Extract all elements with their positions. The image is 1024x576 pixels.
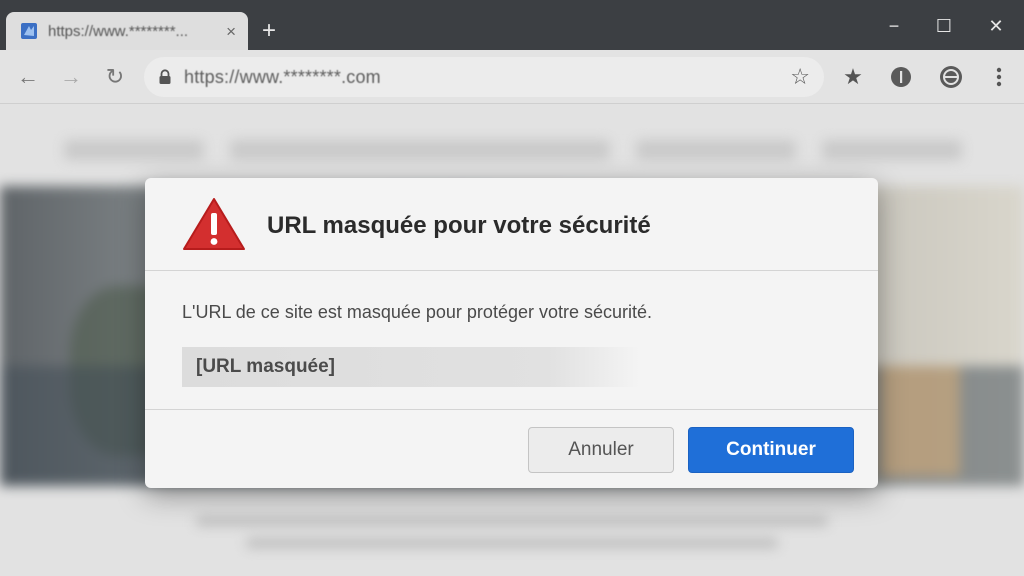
continue-button[interactable]: Continuer	[688, 427, 854, 473]
profile-icon[interactable]	[938, 64, 964, 90]
blurred-nav-item	[230, 140, 610, 160]
dialog-header: URL masquée pour votre sécurité	[145, 178, 878, 271]
tab-strip: https://www.********... × + − ☐ ✕	[0, 0, 1024, 50]
blurred-nav-item	[636, 140, 796, 160]
masked-url-field: [URL masquée]	[182, 347, 640, 387]
star-outline-icon[interactable]: ☆	[790, 64, 810, 90]
shield-icon[interactable]	[888, 64, 914, 90]
site-favicon-icon	[21, 23, 37, 39]
dialog-message: L'URL de ce site est masquée pour protég…	[182, 302, 653, 322]
menu-icon[interactable]	[986, 64, 1012, 90]
browser-tab[interactable]: https://www.********... ×	[6, 12, 248, 50]
address-bar[interactable]: https://www.********.com ☆	[144, 57, 824, 97]
browser-toolbar: ← → ↻ https://www.********.com ☆ ★	[0, 50, 1024, 104]
lock-icon[interactable]	[158, 69, 172, 85]
reload-icon[interactable]: ↻	[101, 63, 129, 91]
dialog-body: L'URL de ce site est masquée pour protég…	[145, 272, 878, 410]
blurred-nav-item	[64, 140, 204, 160]
cancel-button[interactable]: Annuler	[528, 427, 674, 473]
blurred-chair	[880, 366, 960, 476]
blurred-text-line	[246, 538, 778, 548]
window-close-icon[interactable]: ✕	[982, 12, 1010, 40]
bookmark-star-icon[interactable]: ★	[840, 64, 866, 90]
back-icon[interactable]: ←	[14, 63, 42, 91]
dialog-title: URL masquée pour votre sécurité	[267, 212, 651, 239]
forward-icon[interactable]: →	[57, 63, 85, 91]
blurred-nav-item	[822, 140, 962, 160]
new-tab-icon[interactable]: +	[262, 19, 276, 43]
warning-icon	[183, 198, 245, 250]
security-dialog: URL masquée pour votre sécurité L'URL de…	[145, 178, 878, 488]
masked-url-text: [URL masquée]	[196, 356, 336, 377]
url-text[interactable]: https://www.********.com	[184, 67, 790, 88]
tab-title: https://www.********...	[48, 22, 189, 40]
minimize-icon[interactable]: −	[880, 12, 908, 40]
blurred-text-line	[196, 516, 828, 526]
tab-close-icon[interactable]: ×	[226, 23, 236, 40]
maximize-icon[interactable]: ☐	[930, 12, 958, 40]
